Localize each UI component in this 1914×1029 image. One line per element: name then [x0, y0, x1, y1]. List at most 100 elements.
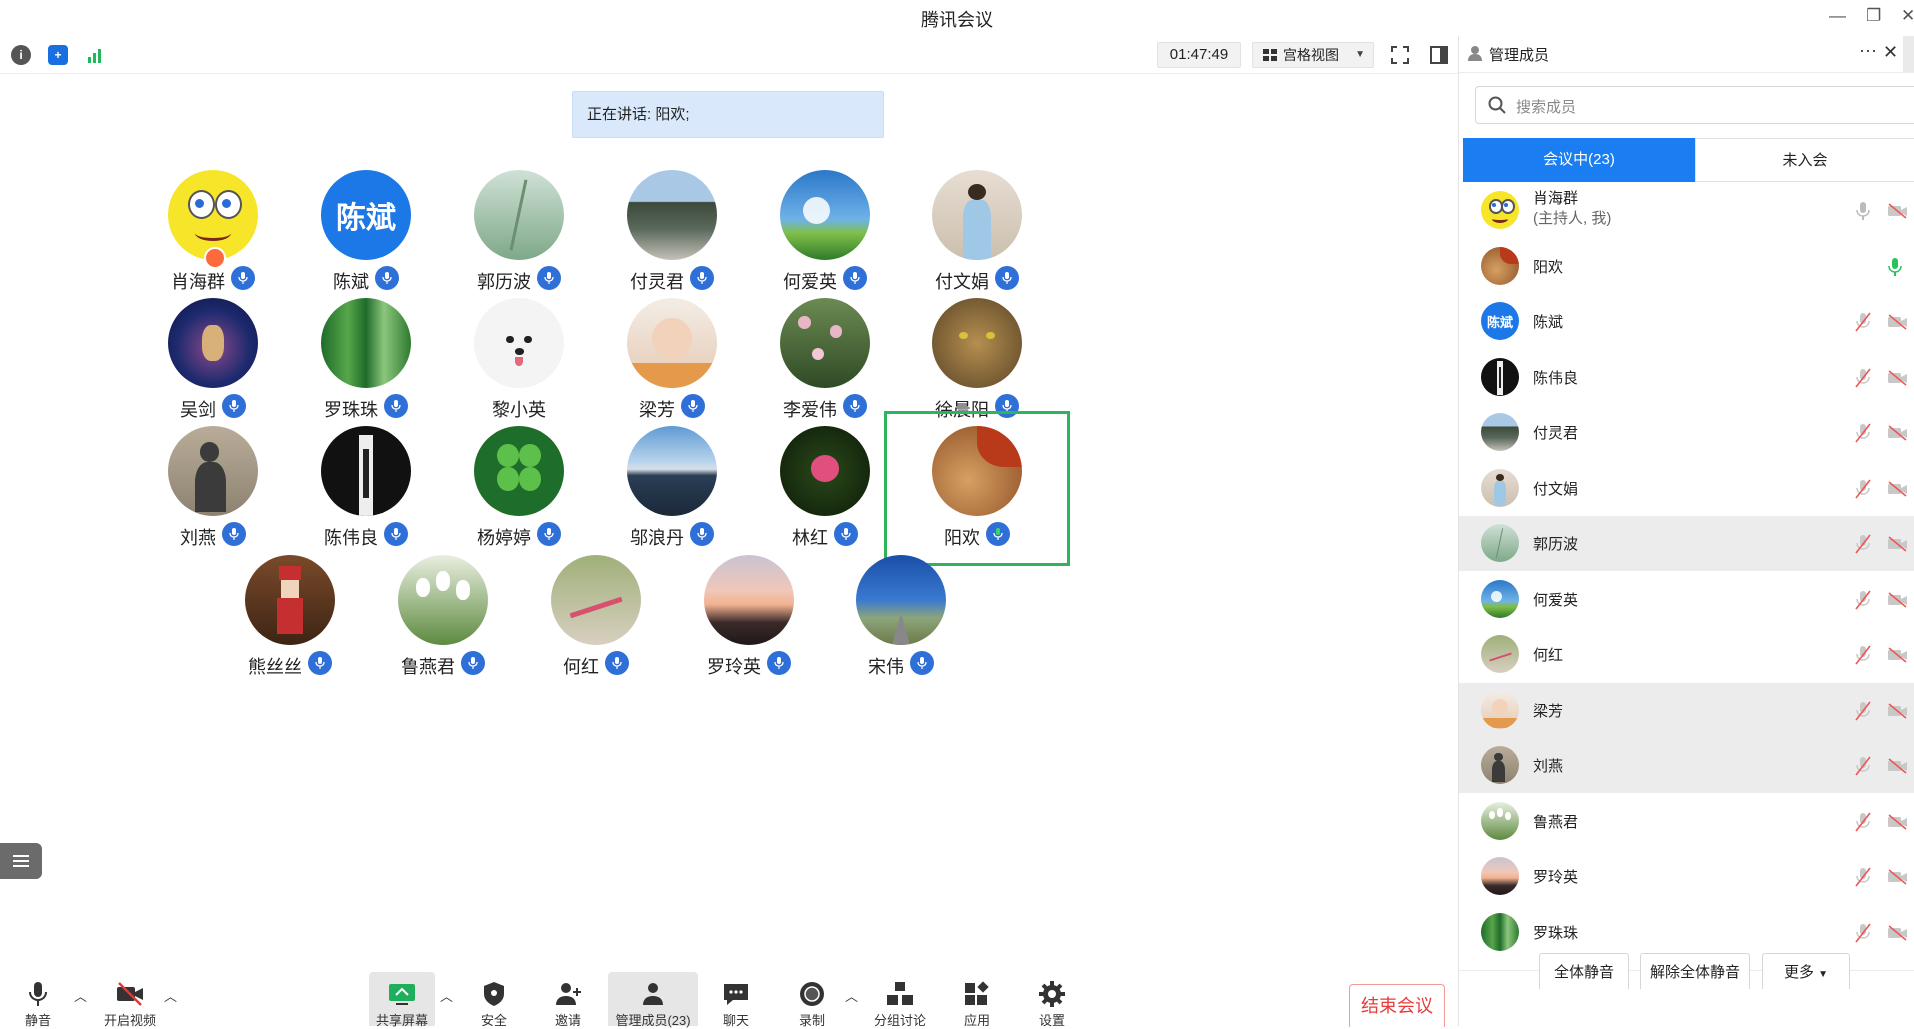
mic-muted-icon[interactable]: [1855, 701, 1871, 721]
video-off-icon[interactable]: [1887, 758, 1909, 774]
speaking-text: 正在讲话: 阳欢;: [587, 106, 690, 123]
list-icon: [13, 852, 29, 870]
info-icon[interactable]: i: [11, 45, 31, 65]
mute-all-button[interactable]: 全体静音: [1539, 953, 1629, 989]
member-row[interactable]: 付文娟: [1459, 461, 1914, 516]
shield-icon[interactable]: +: [48, 45, 68, 65]
end-meeting-button[interactable]: 结束会议: [1349, 984, 1445, 1027]
view-mode-dropdown[interactable]: 宫格视图 ▼: [1252, 42, 1374, 68]
video-off-icon[interactable]: [1887, 924, 1909, 941]
chat-button[interactable]: 聊天: [716, 972, 756, 1028]
member-row[interactable]: 付灵君: [1459, 405, 1914, 460]
member-row[interactable]: 陈伟良: [1459, 350, 1914, 405]
settings-button[interactable]: 设置: [1032, 972, 1072, 1028]
member-row[interactable]: 阳欢: [1459, 239, 1914, 294]
invite-button[interactable]: 邀请: [548, 972, 588, 1028]
member-search-input[interactable]: 搜索成员: [1475, 86, 1914, 124]
mic-icon[interactable]: [1855, 201, 1871, 221]
video-off-icon[interactable]: [1887, 536, 1909, 552]
unmute-all-button[interactable]: 解除全体静音: [1640, 953, 1750, 989]
mic-muted-icon[interactable]: [1855, 812, 1871, 832]
bamboo-avatar: [321, 298, 411, 388]
member-row[interactable]: 梁芳: [1459, 682, 1914, 738]
mic-on-icon[interactable]: [1887, 257, 1903, 277]
security-button[interactable]: 安全: [474, 972, 514, 1028]
mic-muted-icon[interactable]: [1855, 423, 1871, 443]
video-off-icon[interactable]: [1887, 314, 1909, 330]
video-off-icon[interactable]: [1887, 702, 1909, 719]
member-row[interactable]: 罗玲英: [1459, 849, 1914, 904]
start-video-button[interactable]: 开启视频: [100, 972, 160, 1028]
member-row[interactable]: 何红: [1459, 627, 1914, 682]
nutcracker-avatar: [245, 555, 335, 645]
member-row[interactable]: 刘燕: [1459, 738, 1914, 793]
member-name: 何爱英: [1533, 589, 1578, 610]
video-off-icon[interactable]: [1887, 591, 1909, 608]
member-name-text: 罗玲英: [1533, 869, 1579, 886]
record-icon: [800, 982, 824, 1006]
record-button[interactable]: 录制: [792, 972, 832, 1028]
village-avatar: [1481, 413, 1519, 451]
mic-muted-icon[interactable]: [1855, 534, 1871, 554]
close-window-icon[interactable]: ✕: [1901, 6, 1914, 26]
mic-muted-icon[interactable]: [1855, 756, 1871, 776]
lake-avatar: [627, 426, 717, 516]
leopard-avatar: [932, 298, 1022, 388]
dandelion-avatar: [1481, 579, 1519, 618]
maximize-icon[interactable]: ❐: [1866, 6, 1881, 26]
mic-muted-icon[interactable]: [1855, 479, 1871, 499]
mic-muted-icon[interactable]: [1855, 590, 1871, 610]
mic-options-chevron-icon[interactable]: ︿: [74, 986, 87, 1005]
list-toggle-button[interactable]: [0, 843, 42, 879]
village-avatar: [627, 170, 717, 260]
member-tabs: 会议中(23) 未入会: [1463, 138, 1914, 182]
tab-not-joined[interactable]: 未入会: [1695, 138, 1914, 182]
member-name: 付文娟: [1533, 478, 1578, 499]
breakout-button[interactable]: 分组讨论: [870, 972, 930, 1028]
mic-muted-icon[interactable]: [1855, 867, 1871, 887]
manage-members-button[interactable]: 管理成员(23): [608, 972, 698, 1028]
share-screen-button[interactable]: 共享屏幕: [369, 972, 435, 1028]
signal-icon[interactable]: [86, 45, 106, 65]
dog-avatar: [474, 298, 564, 388]
video-off-icon[interactable]: [1887, 369, 1909, 386]
suit-avatar: [321, 426, 411, 516]
tab-in-meeting[interactable]: 会议中(23): [1463, 138, 1695, 182]
share-options-chevron-icon[interactable]: ︿: [440, 986, 453, 1005]
clover-avatar: [474, 426, 564, 516]
mute-button[interactable]: 静音: [18, 972, 58, 1028]
members-icon: [643, 983, 663, 1005]
text-avatar: 陈斌: [1481, 302, 1519, 340]
more-actions-button[interactable]: 更多 ▼: [1762, 953, 1850, 989]
record-options-chevron-icon[interactable]: ︿: [845, 986, 858, 1005]
member-row[interactable]: 何爱英: [1459, 572, 1914, 627]
member-row[interactable]: 罗珠珠: [1459, 905, 1914, 960]
member-row[interactable]: 郭历波: [1459, 516, 1914, 571]
mic-muted-icon[interactable]: [1855, 368, 1871, 388]
apps-button[interactable]: 应用: [957, 972, 997, 1028]
member-row[interactable]: 陈斌 陈斌: [1459, 294, 1914, 349]
video-off-icon[interactable]: [1887, 425, 1909, 441]
video-off-icon[interactable]: [1887, 647, 1909, 663]
member-name: 何红: [1533, 644, 1563, 665]
close-panel-icon[interactable]: ✕: [1883, 42, 1898, 63]
mic-muted-icon[interactable]: [1855, 645, 1871, 665]
video-off-icon[interactable]: [1887, 813, 1909, 830]
more-options-icon[interactable]: ···: [1859, 40, 1877, 61]
road-avatar: [856, 555, 946, 645]
mic-muted-icon[interactable]: [1855, 923, 1871, 943]
sidebar-toggle-icon[interactable]: [1429, 45, 1449, 70]
video-off-icon[interactable]: [1887, 480, 1909, 497]
fullscreen-icon[interactable]: [1390, 45, 1410, 70]
sunset-avatar: [1481, 857, 1519, 895]
minimize-icon[interactable]: —: [1829, 6, 1846, 26]
member-row[interactable]: 鲁燕君: [1459, 794, 1914, 849]
mic-muted-icon[interactable]: [1855, 312, 1871, 332]
participant-tile[interactable]: 宋伟: [808, 540, 994, 695]
video-off-icon: [117, 982, 143, 1006]
video-off-icon[interactable]: [1887, 869, 1909, 885]
video-off-icon[interactable]: [1887, 203, 1909, 219]
panel-edge-handle[interactable]: [1903, 36, 1914, 72]
member-row[interactable]: 肖海群 (主持人, 我): [1459, 183, 1914, 238]
video-options-chevron-icon[interactable]: ︿: [164, 986, 177, 1005]
